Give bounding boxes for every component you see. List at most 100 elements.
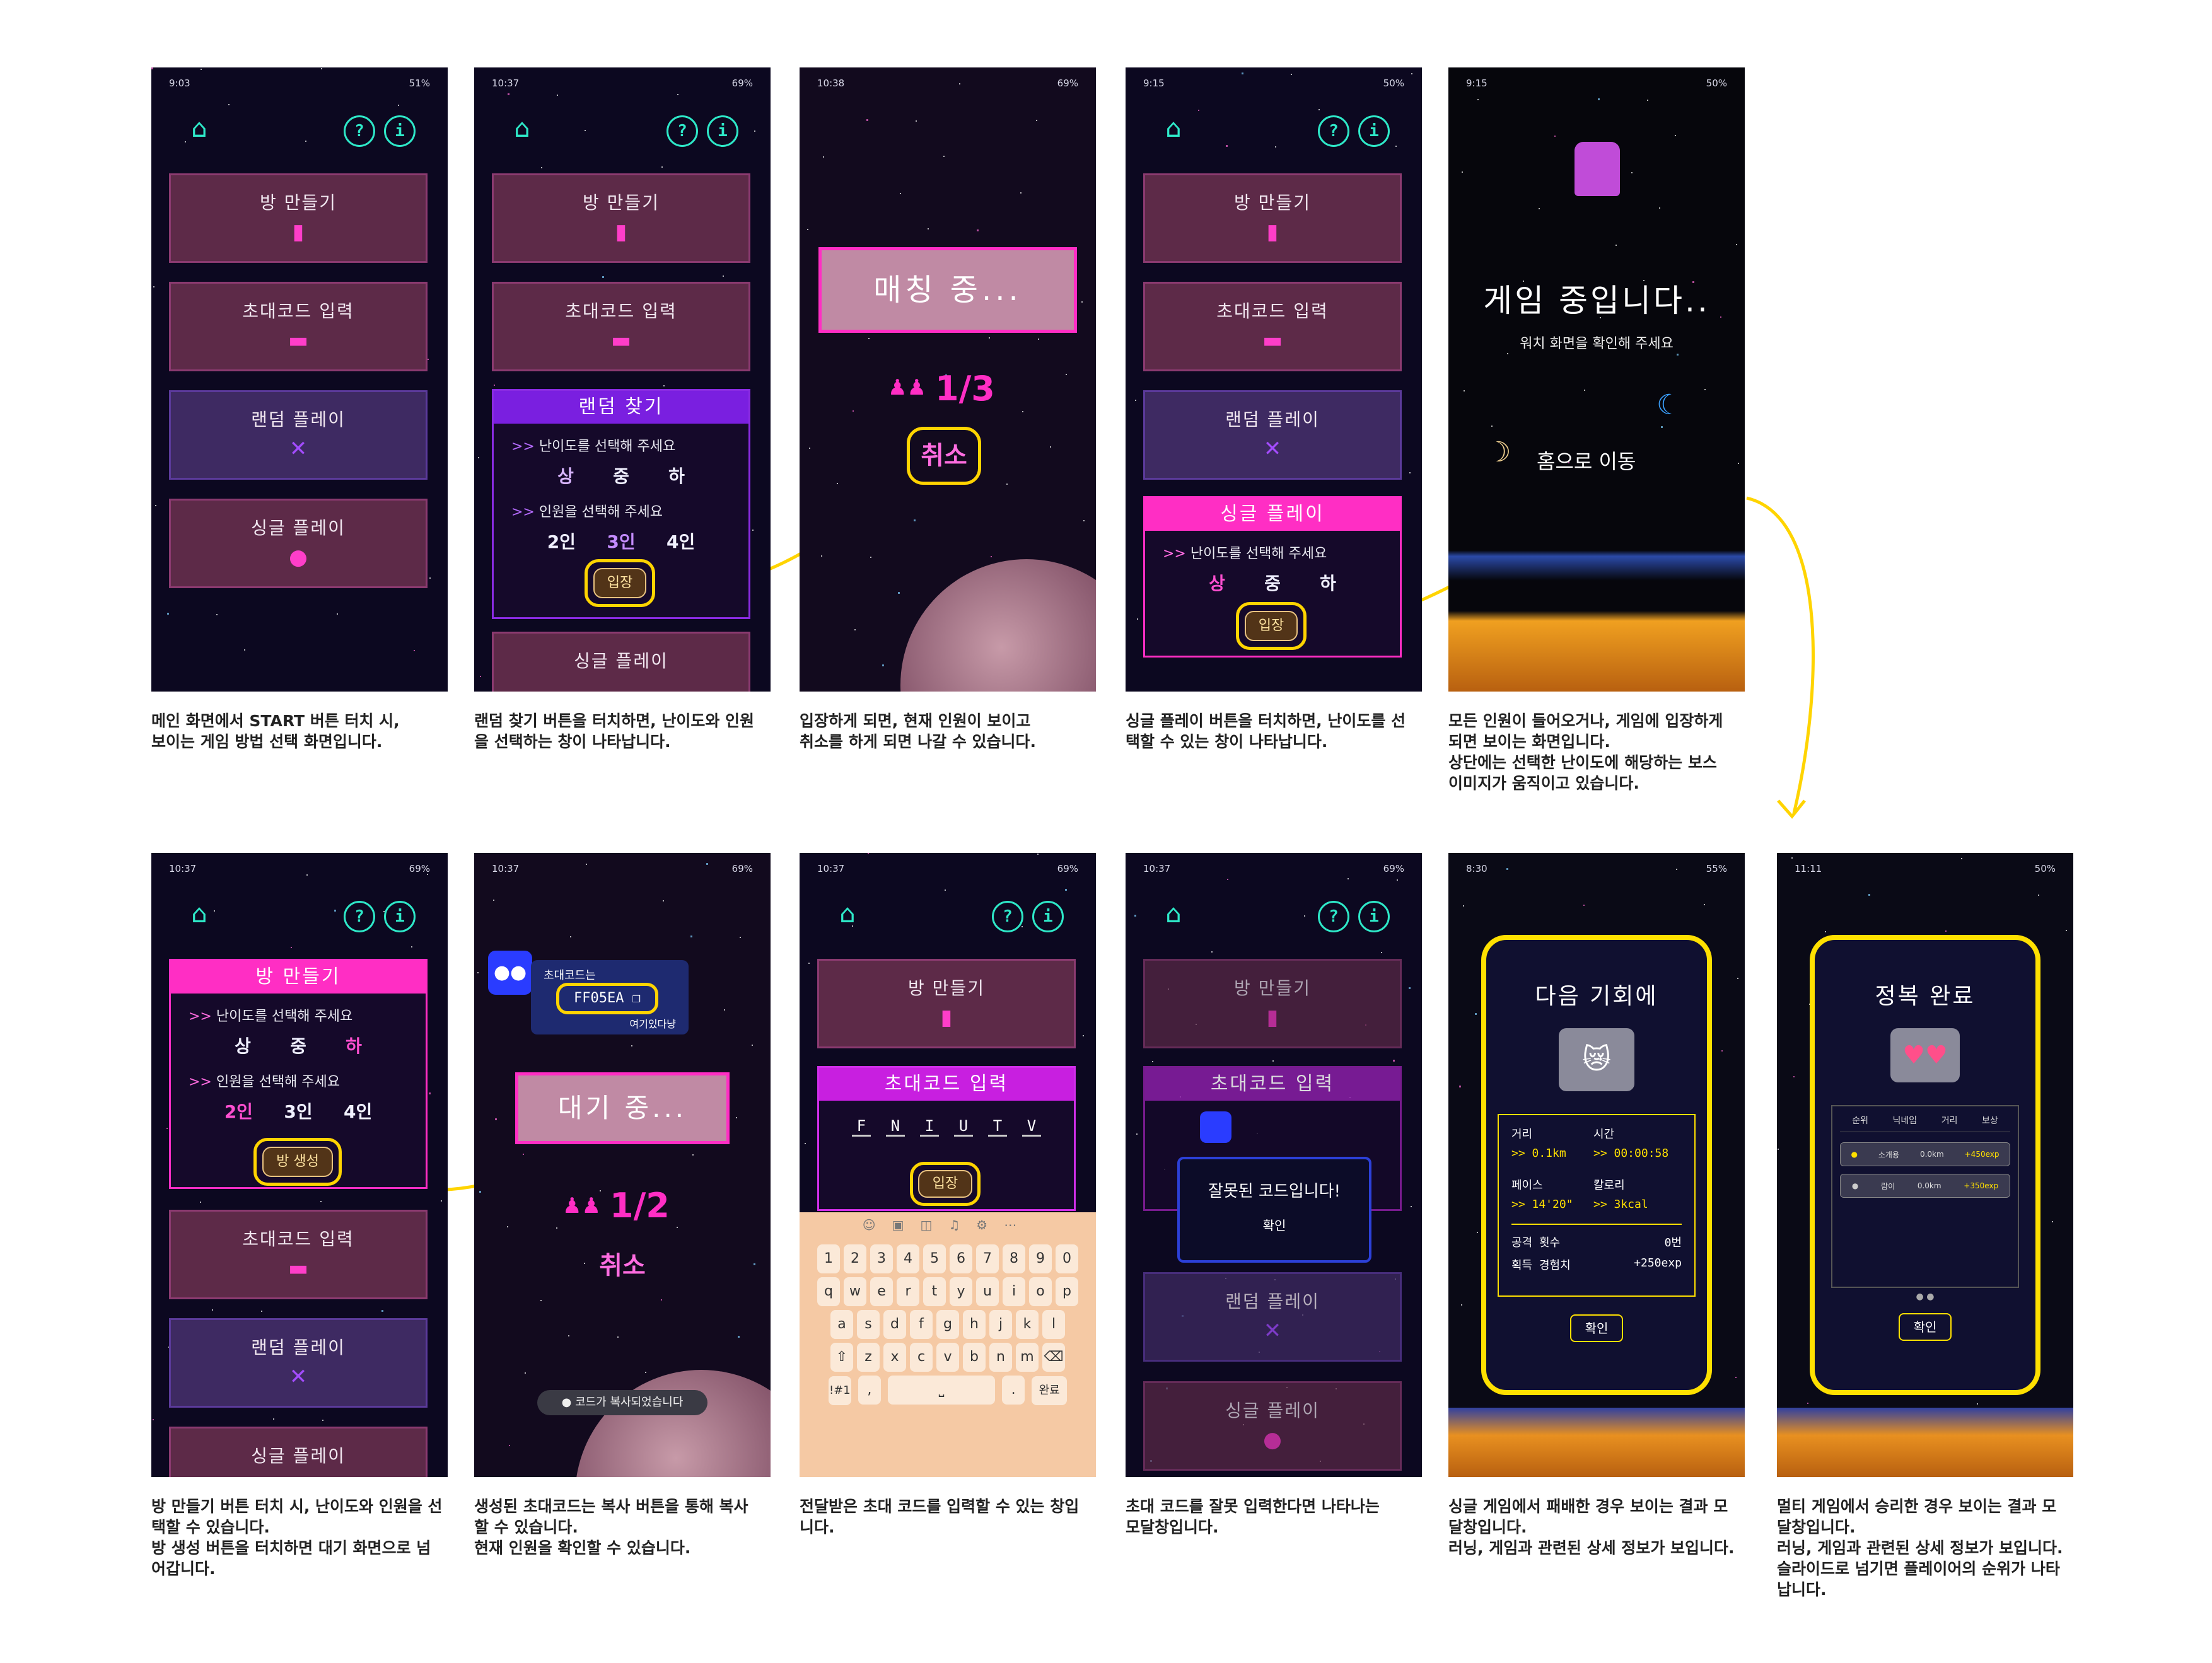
- single-play-button[interactable]: 싱글 플레이: [492, 632, 750, 692]
- key-e[interactable]: e: [870, 1277, 893, 1306]
- ok-button[interactable]: 확인: [1570, 1314, 1623, 1342]
- help-icon[interactable]: ?: [992, 901, 1023, 932]
- info-icon[interactable]: i: [1032, 901, 1064, 932]
- create-room-submit-button[interactable]: 방 생성: [262, 1147, 333, 1177]
- random-play-button[interactable]: 랜덤 플레이 ✕: [169, 1318, 428, 1408]
- level-mid[interactable]: 중: [613, 463, 629, 488]
- key-w[interactable]: w: [844, 1277, 866, 1306]
- key-8[interactable]: 8: [1003, 1244, 1025, 1273]
- random-play-button[interactable]: 랜덤 플레이 ✕: [1143, 390, 1402, 480]
- key-3[interactable]: 3: [870, 1244, 893, 1273]
- key-d[interactable]: d: [883, 1310, 906, 1339]
- symbol-key[interactable]: !#1: [828, 1376, 851, 1405]
- create-room-button[interactable]: 방 만들기 ▮: [817, 959, 1076, 1048]
- modal-ok-button[interactable]: 확인: [1180, 1215, 1369, 1234]
- home-icon[interactable]: ⌂: [184, 900, 214, 928]
- key-f[interactable]: f: [910, 1310, 933, 1339]
- invite-code-button[interactable]: 초대코드 입력 ▬: [1143, 282, 1402, 371]
- single-play-button[interactable]: 싱글 플레이: [169, 1427, 428, 1477]
- space-key[interactable]: ⎵: [888, 1376, 995, 1405]
- home-icon[interactable]: ⌂: [507, 115, 537, 142]
- key-u[interactable]: u: [976, 1277, 999, 1306]
- key-j[interactable]: j: [989, 1310, 1012, 1339]
- people-2[interactable]: 2인: [224, 1098, 253, 1123]
- create-room-button[interactable]: 방 만들기 ▮: [1143, 173, 1402, 263]
- enter-button[interactable]: 입장: [918, 1170, 972, 1198]
- key-r[interactable]: r: [897, 1277, 919, 1306]
- info-icon[interactable]: i: [1358, 115, 1390, 147]
- level-high[interactable]: 상: [1209, 570, 1225, 595]
- info-icon[interactable]: i: [1358, 901, 1390, 932]
- key-a[interactable]: a: [830, 1310, 853, 1339]
- key-v[interactable]: v: [936, 1343, 959, 1372]
- level-mid[interactable]: 중: [1264, 570, 1281, 595]
- level-low[interactable]: 하: [668, 463, 685, 488]
- key-7[interactable]: 7: [976, 1244, 999, 1273]
- level-mid[interactable]: 중: [290, 1033, 306, 1058]
- period-key[interactable]: .: [1002, 1376, 1025, 1405]
- key-h[interactable]: h: [963, 1310, 986, 1339]
- key-0[interactable]: 0: [1056, 1244, 1078, 1273]
- create-room-button[interactable]: 방 만들기 ▮: [1143, 959, 1402, 1048]
- key-o[interactable]: o: [1029, 1277, 1052, 1306]
- invite-code-button[interactable]: 초대코드 입력 ▬: [169, 1210, 428, 1299]
- key-b[interactable]: b: [963, 1343, 986, 1372]
- key-m[interactable]: m: [1016, 1343, 1039, 1372]
- key-i[interactable]: i: [1003, 1277, 1025, 1306]
- info-icon[interactable]: i: [707, 115, 738, 147]
- help-icon[interactable]: ?: [1318, 901, 1349, 932]
- level-high[interactable]: 상: [235, 1033, 251, 1058]
- home-icon[interactable]: ⌂: [1158, 115, 1189, 142]
- done-key[interactable]: 완료: [1032, 1376, 1068, 1405]
- cancel-button[interactable]: 취소: [474, 1245, 771, 1282]
- backspace-key[interactable]: ⌫: [1042, 1343, 1065, 1372]
- home-icon[interactable]: ⌂: [184, 115, 214, 142]
- key-z[interactable]: z: [857, 1343, 880, 1372]
- help-icon[interactable]: ?: [1318, 115, 1349, 147]
- copy-code-button[interactable]: FF05EA ❐: [556, 983, 658, 1014]
- help-icon[interactable]: ?: [344, 901, 375, 932]
- level-low[interactable]: 하: [1320, 570, 1336, 595]
- key-9[interactable]: 9: [1029, 1244, 1052, 1273]
- key-q[interactable]: q: [817, 1277, 840, 1306]
- key-n[interactable]: n: [989, 1343, 1012, 1372]
- shift-key[interactable]: ⇧: [830, 1343, 853, 1372]
- key-t[interactable]: t: [923, 1277, 946, 1306]
- key-4[interactable]: 4: [897, 1244, 919, 1273]
- help-icon[interactable]: ?: [667, 115, 698, 147]
- key-l[interactable]: l: [1042, 1310, 1065, 1339]
- home-icon[interactable]: ⌂: [1158, 900, 1189, 928]
- create-room-button[interactable]: 방 만들기 ▮: [169, 173, 428, 263]
- key-1[interactable]: 1: [817, 1244, 840, 1273]
- key-c[interactable]: c: [910, 1343, 933, 1372]
- key-x[interactable]: x: [883, 1343, 906, 1372]
- people-4[interactable]: 4인: [667, 528, 695, 553]
- key-g[interactable]: g: [936, 1310, 959, 1339]
- info-icon[interactable]: i: [384, 901, 416, 932]
- key-p[interactable]: p: [1056, 1277, 1078, 1306]
- cancel-button[interactable]: 취소: [907, 427, 981, 485]
- single-play-button[interactable]: 싱글 플레이 ●: [1143, 1381, 1402, 1471]
- key-s[interactable]: s: [857, 1310, 880, 1339]
- emoji-key[interactable]: ,: [858, 1376, 881, 1405]
- home-icon[interactable]: ⌂: [832, 900, 863, 928]
- help-icon[interactable]: ?: [344, 115, 375, 147]
- moon-home-icon[interactable]: ☽: [1486, 436, 1511, 468]
- level-low[interactable]: 하: [346, 1033, 362, 1058]
- random-play-button[interactable]: 랜덤 플레이 ✕: [1143, 1272, 1402, 1362]
- invite-code-button[interactable]: 초대코드 입력 ▬: [492, 282, 750, 371]
- info-icon[interactable]: i: [384, 115, 416, 147]
- key-5[interactable]: 5: [923, 1244, 946, 1273]
- people-3[interactable]: 3인: [607, 528, 635, 553]
- invite-code-button[interactable]: 초대코드 입력 ▬: [169, 282, 428, 371]
- random-play-button[interactable]: 랜덤 플레이 ✕: [169, 390, 428, 480]
- people-3[interactable]: 3인: [284, 1098, 312, 1123]
- key-6[interactable]: 6: [950, 1244, 972, 1273]
- enter-button[interactable]: 입장: [1245, 611, 1298, 641]
- create-room-button[interactable]: 방 만들기 ▮: [492, 173, 750, 263]
- enter-button[interactable]: 입장: [593, 568, 646, 598]
- people-2[interactable]: 2인: [547, 528, 576, 553]
- people-4[interactable]: 4인: [344, 1098, 372, 1123]
- key-k[interactable]: k: [1016, 1310, 1039, 1339]
- key-y[interactable]: y: [950, 1277, 972, 1306]
